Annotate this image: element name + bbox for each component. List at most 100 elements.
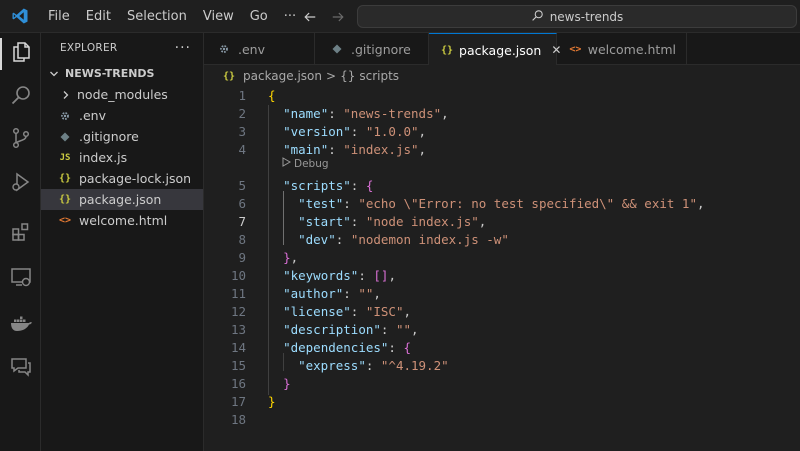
- tree-item-label: welcome.html: [79, 213, 168, 228]
- search-icon: [531, 9, 544, 25]
- code-text: "start": "node index.js",: [268, 213, 486, 231]
- code-token: "express": [298, 358, 366, 373]
- line-number: 15: [230, 358, 246, 373]
- activity-extensions[interactable]: [0, 214, 41, 254]
- line-number: 14: [230, 340, 246, 355]
- tree-root-folder[interactable]: NEWS-TRENDS: [41, 63, 203, 84]
- menu-view[interactable]: View: [195, 0, 242, 33]
- activity-docker[interactable]: [0, 305, 41, 345]
- forward-arrow-icon[interactable]: [328, 7, 348, 27]
- code-token: "index.js": [343, 142, 419, 157]
- menu-go[interactable]: Go: [242, 0, 276, 33]
- tree-item-welcome-html[interactable]: <> welcome.html: [41, 210, 203, 231]
- code-line[interactable]: 13 "description": "",: [204, 321, 800, 339]
- command-center-search[interactable]: news-trends: [357, 5, 797, 28]
- navigation-arrows: [300, 0, 348, 33]
- code-line[interactable]: 8 "dev": "nodemon index.js -w": [204, 231, 800, 249]
- code-token: "ISC": [365, 304, 404, 319]
- activity-explorer[interactable]: [0, 34, 41, 74]
- json-file-icon: {}: [222, 70, 236, 82]
- code-token: :: [350, 304, 366, 319]
- code-token: {: [268, 88, 276, 103]
- menu-edit[interactable]: Edit: [78, 0, 119, 33]
- tab-package-json[interactable]: {} package.json ✕: [429, 33, 561, 66]
- activity-run-debug[interactable]: [0, 164, 41, 204]
- code-editor[interactable]: Debug 1{2 "name": "news-trends", 3 "versi…: [204, 87, 800, 451]
- code-line[interactable]: 10 "keywords": [],: [204, 267, 800, 285]
- tab-env[interactable]: .env: [204, 33, 315, 65]
- line-number: 12: [230, 304, 246, 319]
- tree-item-label: package.json: [79, 192, 162, 207]
- tree-item-package-lock-json[interactable]: {} package-lock.json: [41, 168, 203, 189]
- code-token: "dependencies": [283, 340, 389, 355]
- code-token: "1.0.0": [365, 124, 419, 139]
- command-center-label: news-trends: [549, 9, 624, 24]
- tree-item-env[interactable]: .env: [41, 105, 203, 126]
- code-text: "name": "news-trends",: [268, 105, 449, 123]
- code-token: {: [365, 178, 374, 193]
- json-file-icon: {}: [441, 44, 454, 56]
- menu-selection[interactable]: Selection: [119, 0, 195, 33]
- code-line[interactable]: 3 "version": "1.0.0",: [204, 123, 800, 141]
- tab-label: .env: [238, 41, 265, 57]
- vscode-logo-icon[interactable]: [0, 0, 40, 33]
- code-line[interactable]: 12 "license": "ISC",: [204, 303, 800, 321]
- activity-bar: [0, 33, 41, 451]
- line-number: 7: [238, 214, 246, 229]
- code-line[interactable]: 1{: [204, 87, 800, 105]
- menu-file[interactable]: File: [40, 0, 78, 33]
- code-line[interactable]: 15 "express": "^4.19.2": [204, 357, 800, 375]
- activity-remote-explorer[interactable]: [0, 259, 41, 299]
- line-number: 1: [238, 88, 246, 103]
- activity-chat[interactable]: [0, 348, 41, 388]
- activity-search[interactable]: [0, 77, 41, 117]
- code-token: :: [335, 232, 351, 247]
- tab-gitignore[interactable]: .gitignore: [315, 33, 429, 65]
- code-line[interactable]: 4 "main": "index.js",: [204, 141, 800, 159]
- code-line[interactable]: 14 "dependencies": {: [204, 339, 800, 357]
- tree-item-label: .env: [79, 108, 106, 123]
- code-text: {: [268, 87, 276, 105]
- code-line[interactable]: 11 "author": "",: [204, 285, 800, 303]
- activity-source-control[interactable]: [0, 120, 41, 160]
- tree-item-label: package-lock.json: [79, 171, 192, 186]
- explorer-more-actions-icon[interactable]: ···: [175, 40, 191, 56]
- breadcrumb: {} package.json > {} scripts: [204, 65, 800, 87]
- code-text: "keywords": [],: [268, 267, 396, 285]
- back-arrow-icon[interactable]: [300, 7, 320, 27]
- code-token: ,: [388, 268, 396, 283]
- code-token: ,: [411, 322, 419, 337]
- code-line[interactable]: 18: [204, 411, 800, 429]
- line-number: 5: [238, 178, 246, 193]
- tab-welcome-html[interactable]: <> welcome.html: [557, 33, 687, 65]
- code-line[interactable]: 7 "start": "node index.js",: [204, 213, 800, 231]
- code-token: :: [350, 178, 366, 193]
- html-file-icon: <>: [58, 215, 72, 226]
- code-line[interactable]: 17}: [204, 393, 800, 411]
- code-token: }: [268, 394, 276, 409]
- line-number: 3: [238, 124, 246, 139]
- git-file-icon: [329, 44, 345, 54]
- code-line[interactable]: 6 "test": "echo \"Error: no test specifi…: [204, 195, 800, 213]
- code-line[interactable]: 2 "name": "news-trends",: [204, 105, 800, 123]
- tree-item-node-modules[interactable]: node_modules: [41, 84, 203, 105]
- tree-item-index-js[interactable]: JS index.js: [41, 147, 203, 168]
- code-line[interactable]: 5 "scripts": {: [204, 177, 800, 195]
- search-icon: [9, 83, 33, 111]
- breadcrumb-file[interactable]: package.json: [243, 69, 322, 83]
- tree-item-package-json[interactable]: {} package.json: [41, 189, 203, 210]
- breadcrumb-symbol[interactable]: scripts: [359, 69, 399, 83]
- code-token: {: [403, 340, 412, 355]
- code-line[interactable]: 16 }: [204, 375, 800, 393]
- chevron-down-icon: [47, 69, 61, 79]
- code-line[interactable]: 9 },: [204, 249, 800, 267]
- code-token: "news-trends": [343, 106, 442, 121]
- explorer-title: EXPLORER: [60, 42, 118, 54]
- tree-item-gitignore[interactable]: .gitignore: [41, 126, 203, 147]
- line-number: 18: [230, 412, 246, 427]
- line-number: 9: [238, 250, 246, 265]
- code-text: "dev": "nodemon index.js -w": [268, 231, 509, 249]
- code-token: "license": [283, 304, 351, 319]
